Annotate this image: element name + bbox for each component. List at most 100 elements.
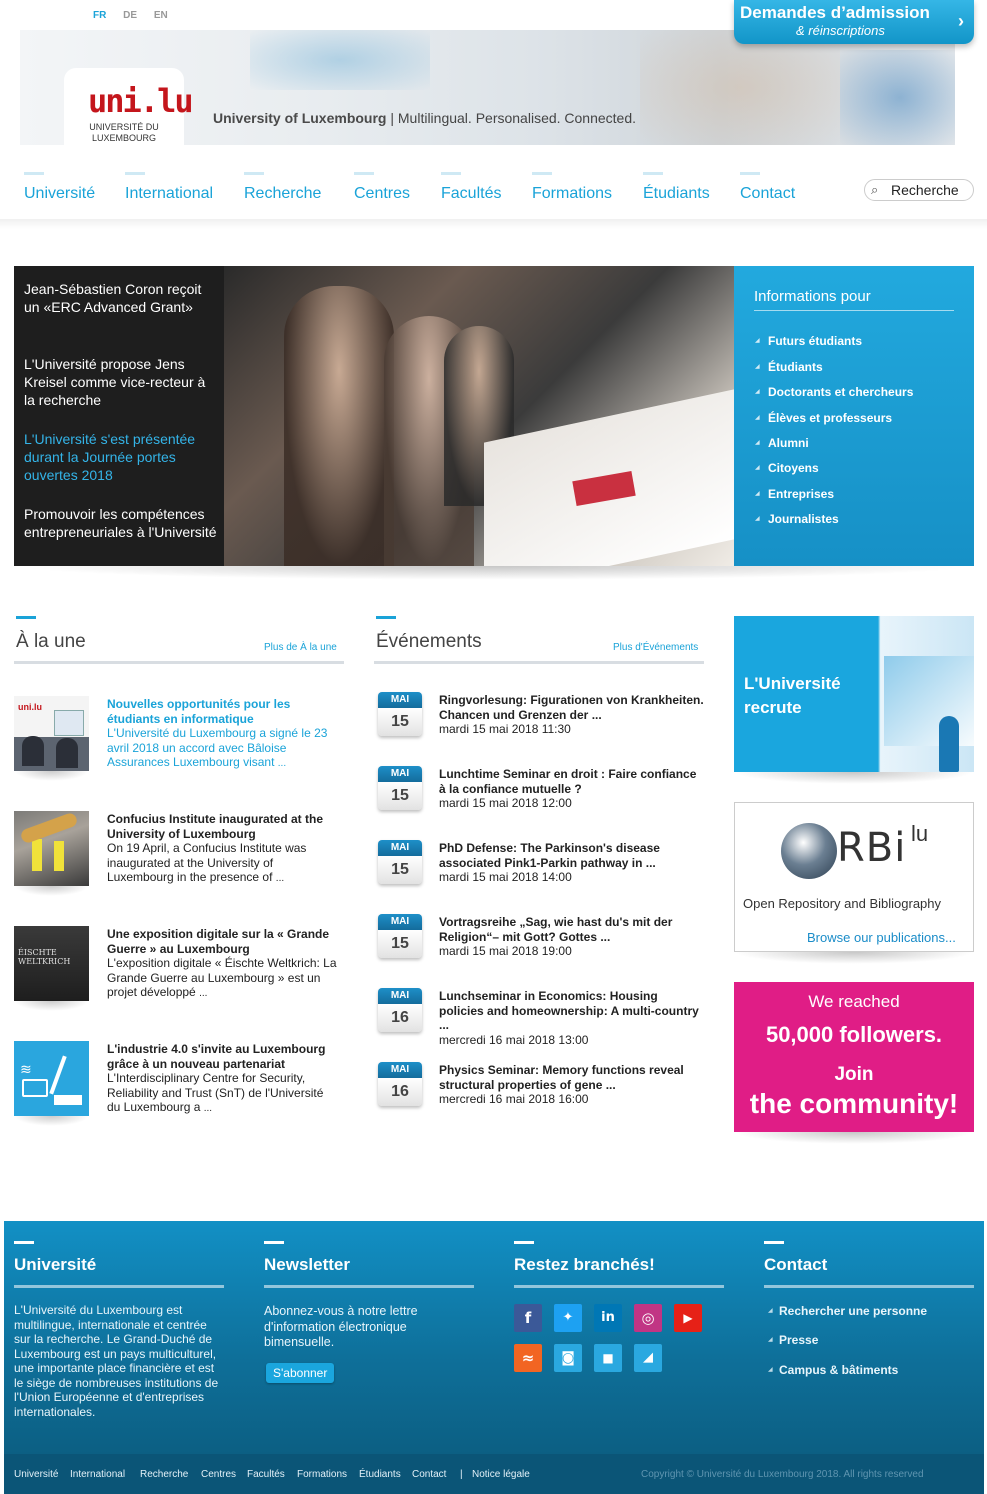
admission-title: Demandes d’admission: [740, 3, 930, 22]
info-item-futurs-etudiants[interactable]: Futurs étudiants: [755, 334, 862, 348]
site-logo[interactable]: uni.lu UNIVERSITÉ DU LUXEMBOURG: [64, 68, 194, 150]
nav-item-international[interactable]: International: [125, 172, 213, 203]
wifi-icon: ≋: [20, 1061, 32, 1077]
search-icon[interactable]: ⌕: [871, 182, 878, 198]
event-datetime: mercredi 16 mai 2018 16:00: [439, 1092, 589, 1106]
news-thumbnail[interactable]: ≋: [14, 1041, 89, 1116]
bottom-link-formations[interactable]: Formations: [297, 1469, 347, 1480]
bottom-link-recherche[interactable]: Recherche: [140, 1469, 188, 1480]
bottom-link-contact[interactable]: Contact: [412, 1469, 446, 1480]
lang-fr[interactable]: FR: [93, 10, 106, 21]
logo-mark: uni.lu: [88, 82, 194, 120]
contact-link-press[interactable]: Presse: [768, 1333, 818, 1347]
rss-icon[interactable]: ≈: [514, 1344, 542, 1372]
nav-item-recherche[interactable]: Recherche: [244, 172, 321, 203]
language-switcher: FR DE EN: [93, 10, 182, 21]
search-box[interactable]: ⌕: [864, 179, 974, 201]
bottom-bar: Université International Recherche Centr…: [4, 1454, 984, 1494]
orbilu-brand: RBi: [837, 825, 907, 871]
contact-link-person[interactable]: Rechercher une personne: [768, 1304, 927, 1318]
event-title[interactable]: Vortragsreihe „Sag, wie hast du's mit de…: [439, 915, 704, 944]
lang-de[interactable]: DE: [123, 10, 137, 21]
info-item-eleves[interactable]: Élèves et professeurs: [755, 411, 892, 425]
bottom-link-etudiants[interactable]: Étudiants: [359, 1469, 401, 1480]
info-item-doctorants[interactable]: Doctorants et chercheurs: [755, 385, 913, 399]
news-headline[interactable]: Confucius Institute inaugurated at the U…: [107, 812, 337, 841]
orbilu-browse-link: Browse our publications...: [807, 930, 956, 945]
news-thumbnail[interactable]: [14, 811, 89, 886]
admission-subtitle: & réinscriptions: [796, 23, 885, 38]
news-item: Une exposition digitale sur la « Grande …: [107, 927, 337, 999]
info-item-etudiants[interactable]: Étudiants: [755, 360, 823, 374]
slide-link[interactable]: L'Université propose Jens Kreisel comme …: [24, 355, 219, 409]
bottom-link-universite[interactable]: Université: [14, 1469, 58, 1480]
slider-photo[interactable]: [224, 266, 734, 566]
event-item: PhD Defense: The Parkinson's disease ass…: [439, 841, 704, 885]
video-icon[interactable]: ■: [594, 1344, 622, 1372]
footer-newsletter-title: Newsletter: [264, 1255, 350, 1274]
person-silhouette: [939, 716, 959, 772]
slide-link[interactable]: Promouvoir les compétences entrepreneuri…: [24, 505, 219, 541]
bottom-separator: |: [460, 1469, 463, 1480]
slide-link-active[interactable]: L'Université s'est présentée durant la J…: [24, 430, 219, 484]
bottom-link-notice-legale[interactable]: Notice légale: [472, 1469, 530, 1480]
admission-button[interactable]: Demandes d’admission & réinscriptions ›: [734, 0, 974, 44]
nav-item-universite[interactable]: Université: [24, 172, 95, 203]
linkedin-icon[interactable]: in: [594, 1304, 622, 1332]
lang-en[interactable]: EN: [154, 10, 168, 21]
social-followers-banner[interactable]: We reached 50,000 followers. Join the co…: [734, 982, 974, 1132]
event-item: Lunchseminar in Economics: Housing polic…: [439, 989, 704, 1047]
news-headline[interactable]: Une exposition digitale sur la « Grande …: [107, 927, 337, 956]
orbilu-banner[interactable]: RBi lu Open Repository and Bibliography …: [734, 802, 974, 952]
info-item-citoyens[interactable]: Citoyens: [755, 461, 819, 475]
nav-item-formations[interactable]: Formations: [532, 172, 612, 203]
info-item-entreprises[interactable]: Entreprises: [755, 487, 834, 501]
news-item: Nouvelles opportunités pour les étudiant…: [107, 697, 337, 772]
event-date-badge: MAI 15: [378, 766, 422, 810]
info-item-alumni[interactable]: Alumni: [755, 436, 809, 450]
slide-link[interactable]: Jean-Sébastien Coron reçoit un «ERC Adva…: [24, 280, 219, 316]
news-thumbnail[interactable]: uni.lu: [14, 696, 89, 771]
facebook-icon[interactable]: f: [514, 1304, 542, 1332]
nav-item-contact[interactable]: Contact: [740, 172, 795, 203]
event-title[interactable]: Lunchtime Seminar en droit : Faire confi…: [439, 767, 704, 796]
instagram-icon[interactable]: ◎: [634, 1304, 662, 1332]
info-item-journalistes[interactable]: Journalistes: [755, 512, 839, 526]
news-excerpt: L'Interdisciplinary Centre for Security,…: [107, 1071, 324, 1114]
news-title: À la une: [16, 631, 86, 652]
contact-link-campus[interactable]: Campus & bâtiments: [768, 1363, 898, 1377]
news-headline[interactable]: L'industrie 4.0 s'invite au Luxembourg g…: [107, 1042, 337, 1071]
nav-item-etudiants[interactable]: Étudiants: [643, 172, 710, 203]
bottom-link-facultes[interactable]: Facultés: [247, 1469, 285, 1480]
event-date-badge: MAI 15: [378, 914, 422, 958]
event-datetime: mardi 15 mai 2018 11:30: [439, 722, 571, 736]
news-item: Confucius Institute inaugurated at the U…: [107, 812, 337, 887]
nav-item-centres[interactable]: Centres: [354, 172, 410, 203]
event-title[interactable]: Physics Seminar: Memory functions reveal…: [439, 1063, 704, 1092]
audio-icon[interactable]: ◢: [634, 1344, 662, 1372]
slider-headlines: Jean-Sébastien Coron reçoit un «ERC Adva…: [14, 266, 224, 566]
twitter-icon[interactable]: ✦: [554, 1304, 582, 1332]
news-more-link[interactable]: Plus de À la une: [264, 642, 337, 653]
event-title[interactable]: PhD Defense: The Parkinson's disease ass…: [439, 841, 704, 870]
recruitment-banner[interactable]: L'Université recrute: [734, 616, 974, 772]
laptop-icon: [22, 1079, 48, 1097]
event-title[interactable]: Lunchseminar in Economics: Housing polic…: [439, 989, 704, 1033]
logo-subtitle: UNIVERSITÉ DU LUXEMBOURG: [89, 122, 159, 143]
nav-item-facultes[interactable]: Facultés: [441, 172, 501, 203]
news-thumbnail[interactable]: ÉISCHTE WELTKRICH: [14, 926, 89, 1001]
chevron-right-icon: ›: [958, 11, 964, 31]
events-more-link[interactable]: Plus d'Événements: [613, 642, 698, 653]
event-title[interactable]: Ringvorlesung: Figurationen von Krankhei…: [439, 693, 704, 722]
camera-icon[interactable]: ◙: [554, 1344, 582, 1372]
robot-arm-icon: [49, 1055, 67, 1095]
youtube-icon[interactable]: ▶: [674, 1304, 702, 1332]
news-headline[interactable]: Nouvelles opportunités pour les étudiant…: [107, 697, 337, 726]
bottom-link-international[interactable]: International: [70, 1469, 125, 1480]
subscribe-button[interactable]: S'abonner: [266, 1363, 335, 1383]
event-date-badge: MAI 15: [378, 840, 422, 884]
bottom-link-centres[interactable]: Centres: [201, 1469, 236, 1480]
events-title: Événements: [376, 631, 482, 652]
thumb-caption: ÉISCHTE WELTKRICH: [18, 948, 71, 966]
search-input[interactable]: [891, 182, 971, 198]
